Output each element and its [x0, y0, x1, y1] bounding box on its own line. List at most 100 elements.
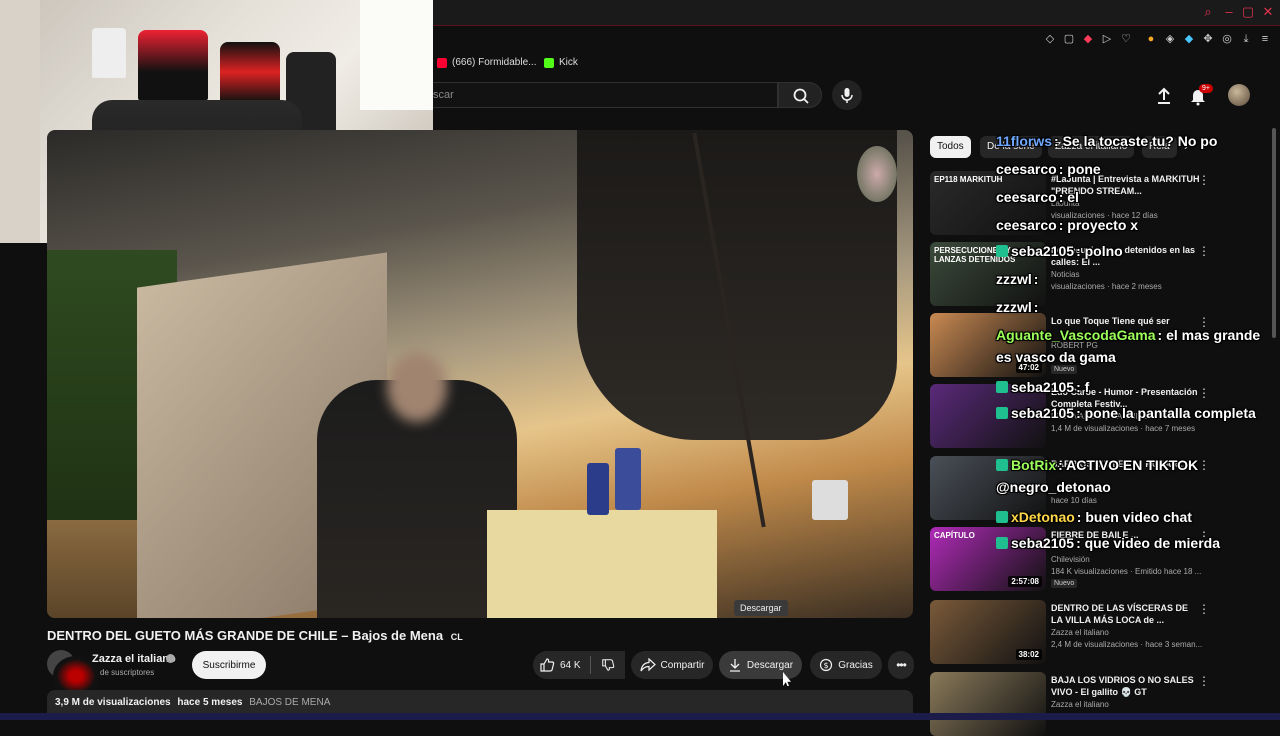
recommendation-item[interactable]: PERSECUCIONES Y LANZAS DETENIDOS Persecuc… — [930, 242, 1270, 306]
thumbnail[interactable] — [930, 456, 1046, 520]
pocket-icon[interactable]: ◆ — [1082, 33, 1094, 45]
bookmark-icon[interactable]: ◇ — [1044, 33, 1056, 45]
menu-icon[interactable]: ≡ — [1259, 33, 1271, 45]
recommendation-channel[interactable]: Zazza el italiano — [1051, 628, 1109, 637]
recommendation-title[interactable]: Lo que Toque Tiene qué ser — [1051, 315, 1201, 327]
thumbs-up-icon — [540, 658, 555, 672]
duration: 47:02 — [1015, 362, 1042, 373]
voice-search-button[interactable] — [832, 80, 862, 110]
recommendation-item[interactable]: Edo Caroe - Humor - Presentación Complet… — [930, 384, 1270, 448]
more-vert-icon[interactable]: ⋮ — [1198, 674, 1210, 688]
extension-icon[interactable]: ● — [1145, 33, 1157, 45]
channel-name[interactable]: Zazza el italiano — [92, 653, 176, 665]
recommendation-title[interactable]: Edo Caroe - Humor - Presentación Complet… — [1051, 386, 1201, 410]
door — [0, 0, 40, 243]
search-icon — [793, 88, 809, 104]
bookmark-kick[interactable]: Kick — [544, 57, 578, 68]
search-input[interactable]: scar — [433, 82, 778, 108]
channel-watermark — [857, 146, 897, 202]
thanks-icon: $ — [820, 658, 833, 672]
extension-icon[interactable]: ◆ — [1183, 33, 1195, 45]
subscriber-count: de suscriptores — [100, 668, 155, 677]
screenshot-icon[interactable]: ▢ — [1063, 33, 1075, 45]
dislike-button[interactable] — [591, 651, 625, 679]
recommendation-item[interactable]: CAPÍTULO 2:57:08 FIEBRE DE BAILE ... Chilev… — [930, 527, 1270, 591]
tooltip: Descargar — [734, 600, 788, 616]
recommendation-meta: visualizaciones · hace 2 meses — [1051, 282, 1162, 291]
close-icon[interactable]: ✕ — [1261, 5, 1275, 19]
hashtag[interactable]: BAJOS DE MENA — [249, 697, 330, 708]
search-button[interactable] — [778, 82, 822, 108]
recommendation-title[interactable]: BAJA LOS VIDRIOS O NO SALES VIVO - El ga… — [1051, 674, 1201, 698]
recommendation-channel[interactable]: FESTIVAL DE VIÑA CHILE — [1051, 412, 1147, 421]
search-placeholder: scar — [433, 89, 454, 101]
more-vert-icon[interactable]: ⋮ — [1198, 602, 1210, 616]
taskbar — [0, 713, 1280, 720]
jersey-red — [220, 42, 280, 102]
recommendation-channel[interactable]: LaJunta — [1051, 199, 1079, 208]
more-vert-icon[interactable]: ⋮ — [1198, 458, 1210, 472]
extension-icon[interactable]: ◈ — [1164, 33, 1176, 45]
avatar[interactable] — [1228, 84, 1250, 106]
thumbnail[interactable] — [930, 672, 1046, 736]
more-actions-button[interactable]: ••• — [888, 651, 914, 679]
recommendation-item[interactable]: EP118 MARKITUH #LaJunta | Entrevista a MA… — [930, 171, 1270, 235]
like-count: 64 K — [560, 659, 581, 671]
more-vert-icon[interactable]: ⋮ — [1198, 173, 1210, 187]
video-player[interactable] — [47, 130, 913, 618]
recommendation-item[interactable]: 47:02 Lo que Toque Tiene qué ser ROBERT PG… — [930, 313, 1270, 377]
recommendation-meta: 1,4 M de visualizaciones · hace 7 meses — [1051, 424, 1196, 433]
share-icon — [639, 658, 656, 672]
download-button[interactable]: Descargar — [719, 651, 802, 679]
bookmark-youtube[interactable]: (666) Formidable... — [437, 57, 536, 68]
recommendation-meta: 184 K visualizaciones · Emitido hace 18 … — [1051, 567, 1202, 576]
play-icon[interactable]: ▷ — [1101, 33, 1113, 45]
more-vert-icon[interactable]: ⋮ — [1198, 386, 1210, 400]
puzzle-icon[interactable]: ✥ — [1202, 33, 1214, 45]
upload-icon[interactable] — [1154, 86, 1174, 106]
maximize-icon[interactable]: ▢ — [1241, 5, 1255, 19]
recommendation-title[interactable]: #LaJunta | Entrevista a MARKITUH "PRENDO… — [1051, 173, 1201, 197]
recommendation-channel[interactable]: ROBERT PG — [1051, 341, 1098, 350]
jersey-red — [138, 30, 208, 100]
recommendation-title[interactable]: BARRIOS SIN LEY de ROSARI... — [1051, 458, 1201, 470]
can — [587, 463, 609, 515]
heart-icon[interactable]: ♡ — [1120, 33, 1132, 45]
search-icon[interactable]: ⌕ — [1201, 5, 1215, 19]
thumbnail[interactable] — [930, 384, 1046, 448]
recommendation-title[interactable]: Persecuciones y detenidos en las calles:… — [1051, 244, 1201, 268]
chip-all[interactable]: Todos — [930, 136, 971, 158]
recommendation-meta: 2,4 M de visualizaciones · hace 3 seman.… — [1051, 640, 1203, 649]
thumbnail[interactable]: 38:02 — [930, 600, 1046, 664]
chevron-right-icon[interactable]: › — [1184, 139, 1188, 153]
recommendation-channel[interactable]: Zazza el italiano — [1051, 700, 1109, 709]
account-icon[interactable]: ◎ — [1221, 33, 1233, 45]
thumbnail-label: CAPÍTULO — [934, 531, 975, 540]
thumbnail[interactable]: CAPÍTULO 2:57:08 — [930, 527, 1046, 591]
youtube-icon — [437, 57, 447, 68]
country-code: CL — [450, 632, 463, 642]
chip-channel[interactable]: Zazza el italiano — [1048, 136, 1135, 158]
recommendation-item[interactable]: BARRIOS SIN LEY de ROSARI... hace 10 días… — [930, 456, 1270, 520]
thanks-button[interactable]: $ Gracias — [810, 651, 882, 679]
chip-series[interactable]: De la serie — [980, 136, 1042, 158]
recommendation-item[interactable]: 38:02 DENTRO DE LAS VÍSCERAS DE LA VILLA … — [930, 600, 1270, 664]
more-vert-icon[interactable]: ⋮ — [1198, 315, 1210, 329]
chip-related[interactable]: Rela — [1142, 136, 1177, 158]
scrollbar[interactable] — [1272, 128, 1276, 338]
recommendation-channel[interactable]: Chilevisión — [1051, 555, 1090, 564]
recommendation-title[interactable]: DENTRO DE LAS VÍSCERAS DE LA VILLA MÁS L… — [1051, 602, 1201, 626]
recommendation-channel[interactable]: Noticias — [1051, 270, 1079, 279]
download-icon[interactable]: ⤓ — [1240, 33, 1252, 45]
more-vert-icon[interactable]: ⋮ — [1198, 529, 1210, 543]
recommendation-item[interactable]: BAJA LOS VIDRIOS O NO SALES VIVO - El ga… — [930, 672, 1270, 736]
share-button[interactable]: Compartir — [631, 651, 713, 679]
thumbnail[interactable]: EP118 MARKITUH — [930, 171, 1046, 235]
subscribe-button[interactable]: Suscribirme — [192, 651, 266, 679]
recommendation-title[interactable]: FIEBRE DE BAILE ... — [1051, 529, 1201, 541]
thumbnail[interactable]: PERSECUCIONES Y LANZAS DETENIDOS — [930, 242, 1046, 306]
more-vert-icon[interactable]: ⋮ — [1198, 244, 1210, 258]
table-cloth — [487, 510, 717, 618]
thumbnail[interactable]: 47:02 — [930, 313, 1046, 377]
minimize-icon[interactable]: – — [1222, 5, 1236, 19]
